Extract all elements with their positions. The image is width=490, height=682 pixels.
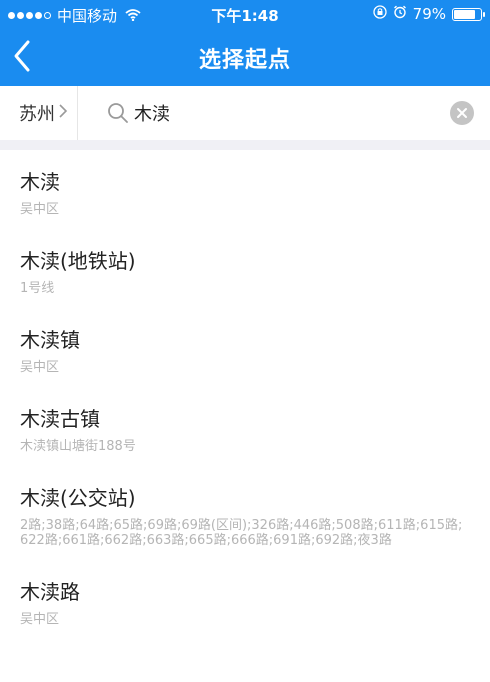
- result-title: 木渎古镇: [20, 407, 100, 431]
- section-divider: [0, 140, 490, 150]
- search-icon: [106, 101, 130, 129]
- result-subtitle: 2路;38路;64路;65路;69路;69路(区间);326路;446路;508…: [20, 518, 463, 548]
- result-title: 木渎: [20, 170, 60, 194]
- result-subtitle: 吴中区: [20, 612, 60, 627]
- result-title: 木渎(地铁站): [20, 249, 136, 273]
- list-item[interactable]: 木渎路 吴中区: [0, 560, 490, 639]
- search-input[interactable]: [134, 98, 434, 128]
- alarm-icon: [393, 5, 407, 23]
- result-subtitle: 吴中区: [20, 360, 60, 375]
- battery-percent: 79%: [412, 5, 446, 23]
- result-title: 木渎(公交站): [20, 486, 136, 510]
- list-item[interactable]: 木渎古镇 木渎镇山塘街188号: [0, 387, 490, 466]
- city-picker[interactable]: 苏州: [0, 86, 78, 140]
- list-item[interactable]: 木渎镇 吴中区: [0, 308, 490, 387]
- status-bar: 中国移动 下午1:48 79%: [0, 0, 490, 28]
- city-label: 苏州: [19, 104, 55, 125]
- battery-fill: [454, 9, 475, 19]
- list-item[interactable]: 木渎(公交站) 2路;38路;64路;65路;69路;69路(区间);326路;…: [0, 466, 490, 560]
- clear-button[interactable]: [450, 101, 474, 125]
- list-item[interactable]: 木渎 吴中区: [0, 150, 490, 229]
- battery-icon: [452, 7, 485, 21]
- chevron-right-icon: [58, 103, 68, 123]
- page-title: 选择起点: [198, 48, 291, 73]
- orientation-lock-icon: [373, 5, 387, 23]
- header: 中国移动 下午1:48 79% 选择起点: [0, 0, 490, 86]
- results-list: 木渎 吴中区 木渎(地铁站) 1号线 木渎镇 吴中区 木渎古镇 木渎镇山塘街18…: [0, 150, 490, 639]
- result-subtitle: 木渎镇山塘街188号: [20, 439, 136, 454]
- close-icon: [457, 108, 467, 118]
- result-subtitle: 吴中区: [20, 202, 60, 217]
- result-title: 木渎镇: [20, 328, 80, 352]
- list-item[interactable]: 木渎(地铁站) 1号线: [0, 229, 490, 308]
- search-row: 苏州: [0, 86, 490, 141]
- nav-bar: 选择起点: [0, 28, 490, 86]
- result-title: 木渎路: [20, 580, 80, 604]
- result-subtitle: 1号线: [20, 281, 55, 296]
- status-right: 79%: [373, 5, 485, 23]
